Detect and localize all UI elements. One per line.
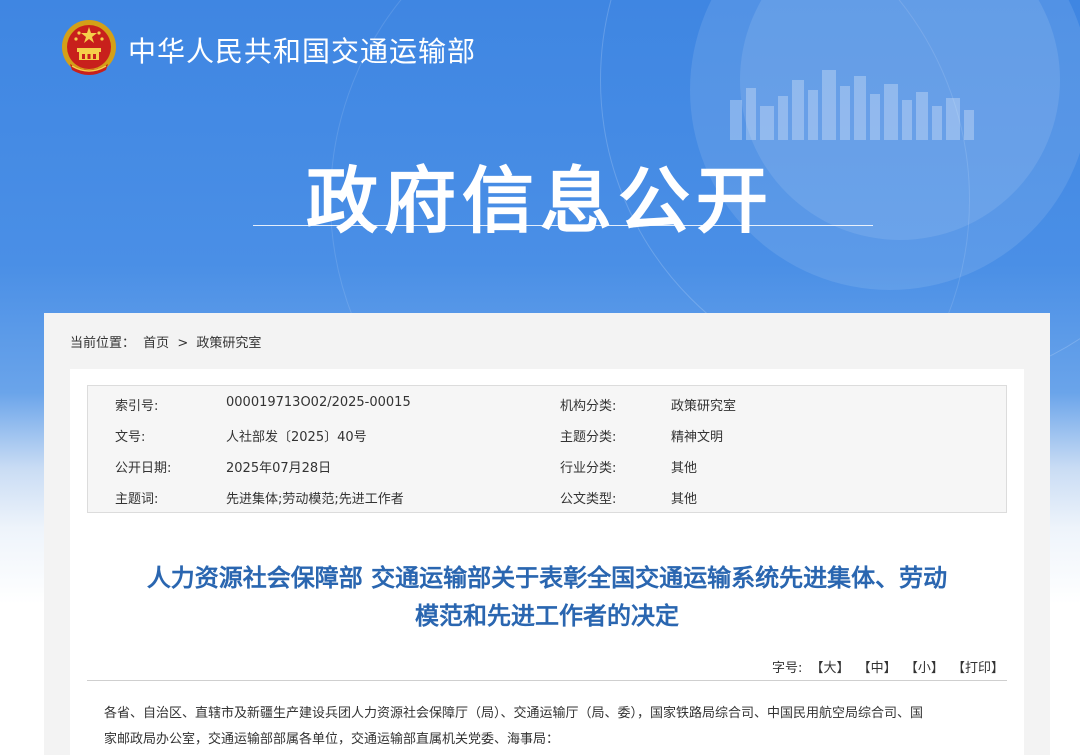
document-title: 人力资源社会保障部 交通运输部关于表彰全国交通运输系统先进集体、劳动 模范和先进… [70,559,1024,635]
metadata-value: 政策研究室 [671,399,737,414]
font-size-label: 字号: [771,661,803,676]
metadata-label: 索引号: [115,399,159,414]
font-small-button[interactable]: 【小】 [905,661,944,676]
metadata-value: 先进集体;劳动模范;先进工作者 [226,492,404,507]
content-panel: 当前位置： 首页 > 政策研究室 索引号: 000019713O02/2025-… [44,313,1050,755]
metadata-value: 其他 [671,492,698,507]
body-line: 家邮政局办公室，交通运输部部属各单位，交通运输部直属机关党委、海事局： [104,732,560,747]
metadata-label: 行业分类: [560,461,617,476]
metadata-label: 机构分类: [560,399,617,414]
page-hero-title: 政府信息公开 [305,159,774,243]
print-button[interactable]: 【打印】 [952,661,1004,676]
metadata-value: 精神文明 [671,430,724,445]
metadata-value: 人社部发〔2025〕40号 [226,430,367,445]
document-card: 索引号: 000019713O02/2025-00015 机构分类: 政策研究室… [70,369,1024,755]
font-medium-button[interactable]: 【中】 [858,661,897,676]
metadata-label: 公文类型: [560,492,617,507]
breadcrumb-separator: > [177,336,189,351]
national-emblem-logo [62,20,116,75]
hero-divider [253,225,873,226]
metadata-row: 主题词: 先进集体;劳动模范;先进工作者 公文类型: 其他 [88,479,1006,510]
metadata-value: 000019713O02/2025-00015 [226,395,411,410]
metadata-row: 公开日期: 2025年07月28日 行业分类: 其他 [88,448,1006,479]
body-line: 各省、自治区、直辖市及新疆生产建设兵团人力资源社会保障厅（局）、交通运输厅（局、… [104,706,924,721]
document-title-line: 人力资源社会保障部 交通运输部关于表彰全国交通运输系统先进集体、劳动 [146,564,948,592]
content-divider [87,680,1007,681]
metadata-label: 主题分类: [560,430,617,445]
breadcrumb-prefix: 当前位置： [70,336,136,351]
document-body: 各省、自治区、直辖市及新疆生产建设兵团人力资源社会保障厅（局）、交通运输厅（局、… [104,701,990,753]
city-skyline-graphic [730,70,974,140]
font-size-controls: 字号: 【大】 【中】 【小】 【打印】 [772,657,1004,676]
metadata-label: 主题词: [115,492,159,507]
metadata-value: 2025年07月28日 [226,461,332,476]
breadcrumb: 当前位置： 首页 > 政策研究室 [70,332,265,351]
document-title-line: 模范和先进工作者的决定 [415,602,679,630]
breadcrumb-home-link[interactable]: 首页 [143,336,169,351]
metadata-label: 公开日期: [115,461,172,476]
metadata-label: 文号: [115,430,146,445]
breadcrumb-current-link[interactable]: 政策研究室 [196,336,261,351]
ministry-name[interactable]: 中华人民共和国交通运输部 [128,30,476,70]
font-large-button[interactable]: 【大】 [811,661,850,676]
metadata-value: 其他 [671,461,698,476]
metadata-row: 文号: 人社部发〔2025〕40号 主题分类: 精神文明 [88,417,1006,448]
metadata-row: 索引号: 000019713O02/2025-00015 机构分类: 政策研究室 [88,386,1006,417]
document-metadata-table: 索引号: 000019713O02/2025-00015 机构分类: 政策研究室… [87,385,1007,513]
